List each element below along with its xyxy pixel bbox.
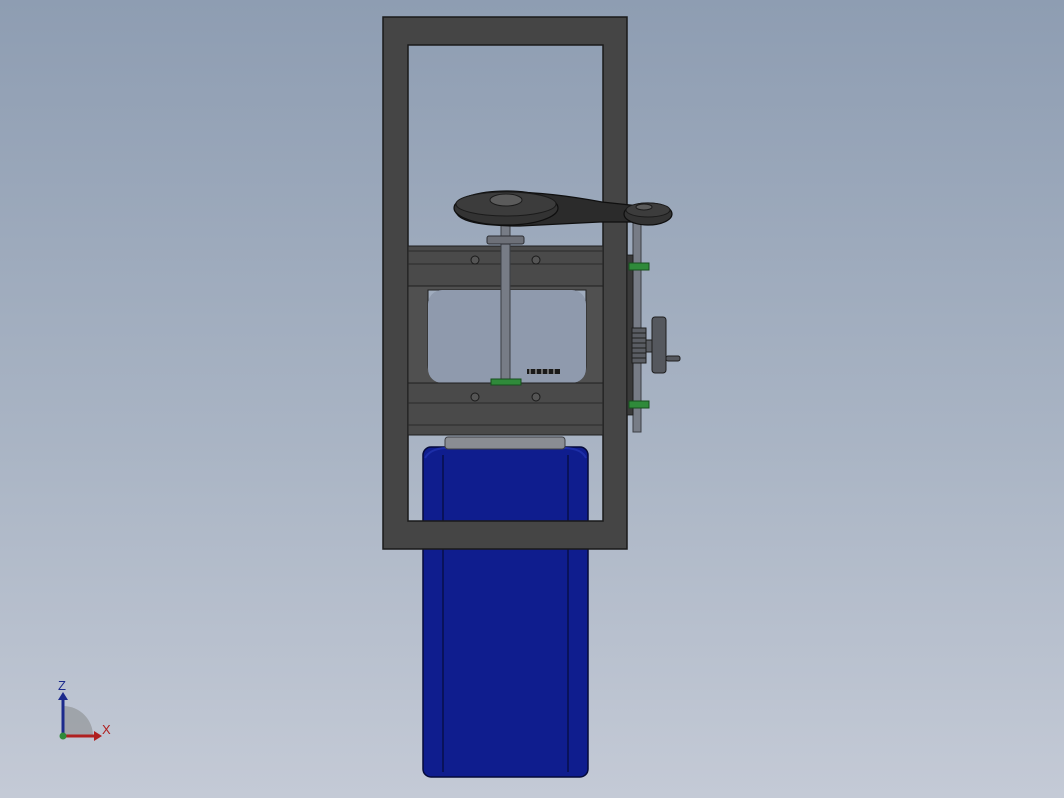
motor[interactable] bbox=[422, 436, 589, 778]
indicator-scale bbox=[527, 369, 560, 374]
handwheel-handle[interactable] bbox=[665, 355, 681, 362]
view-triad bbox=[58, 692, 102, 741]
motor-body bbox=[422, 446, 589, 778]
bolt bbox=[531, 255, 541, 265]
cad-model[interactable] bbox=[0, 0, 1064, 798]
shaft bbox=[500, 221, 511, 385]
shaft-bearing bbox=[490, 378, 522, 386]
y-axis-dot bbox=[59, 732, 67, 740]
belt-drive[interactable] bbox=[453, 190, 673, 227]
motor-flange bbox=[444, 436, 566, 450]
bolt bbox=[470, 255, 480, 265]
x-axis-arrow bbox=[94, 731, 102, 741]
z-axis-arrow bbox=[58, 692, 68, 700]
triad-plane bbox=[63, 706, 93, 736]
side-bearing-upper bbox=[628, 262, 650, 271]
side-shaft-assembly[interactable] bbox=[626, 221, 681, 433]
side-bearing-lower bbox=[628, 400, 650, 409]
main-pulley-hub bbox=[489, 193, 523, 207]
graphics-viewport[interactable]: Z X bbox=[0, 0, 1064, 798]
bolt bbox=[531, 392, 541, 402]
lower-crossbeam bbox=[407, 382, 604, 436]
small-pulley-hub bbox=[635, 203, 653, 211]
handwheel[interactable] bbox=[651, 316, 667, 374]
bolt bbox=[470, 392, 480, 402]
shaft-collar bbox=[486, 235, 525, 245]
